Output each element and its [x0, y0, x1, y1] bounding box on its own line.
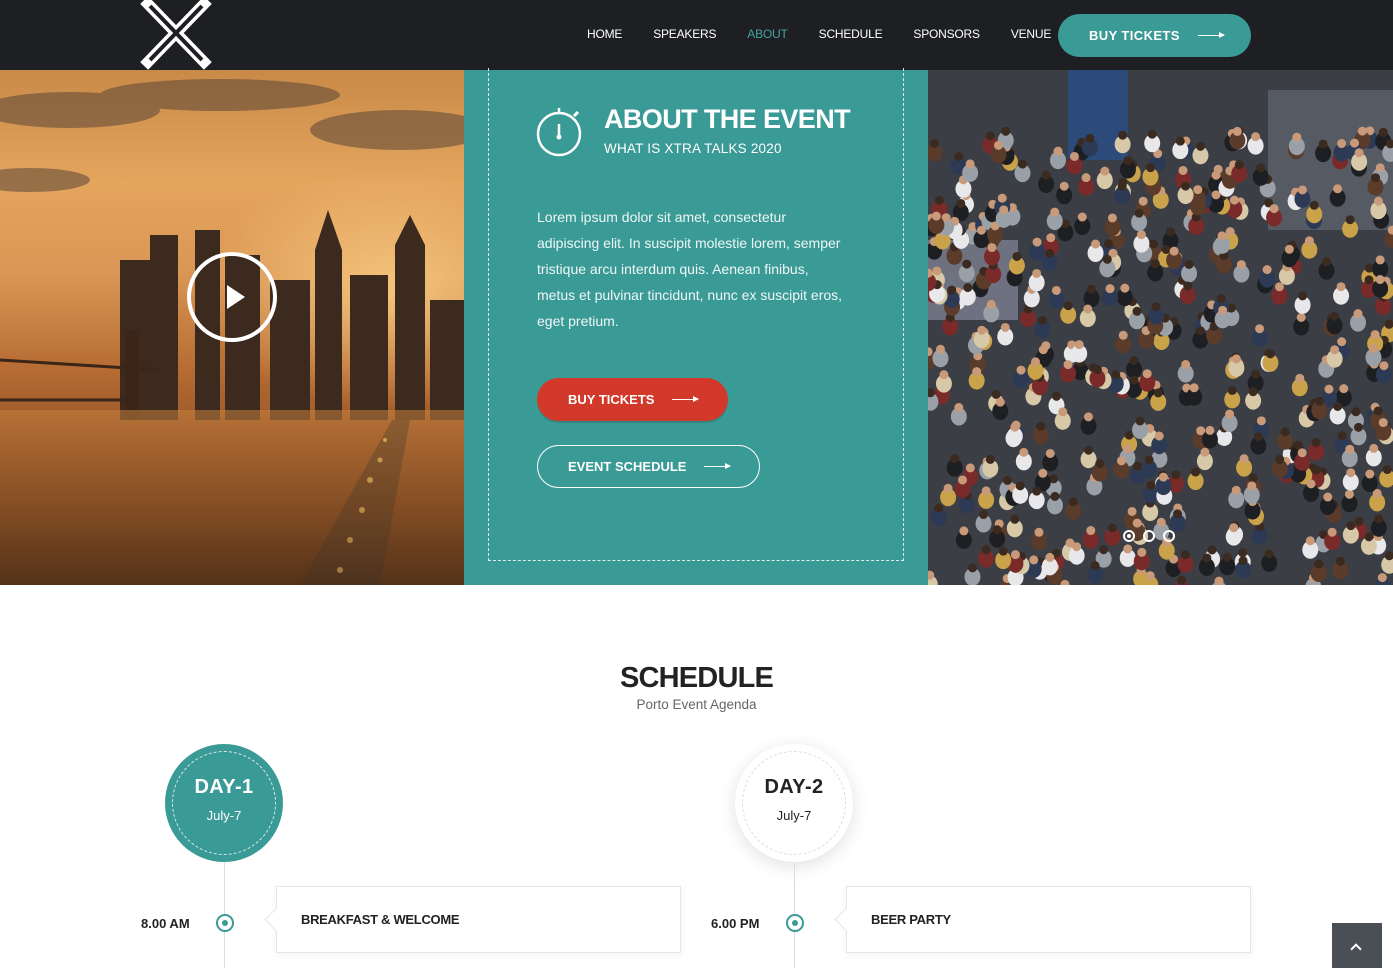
- event-schedule-label: EVENT SCHEDULE: [568, 459, 687, 474]
- day-2-name: DAY-2: [764, 776, 824, 798]
- arrow-right-icon: [704, 463, 732, 469]
- nav-about[interactable]: ABOUT: [747, 27, 788, 41]
- timeline-dot-icon: [786, 914, 804, 932]
- day-1-event-title: BREAKFAST & WELCOME: [301, 912, 460, 927]
- day-ring: [172, 751, 276, 855]
- day-1-date: July-7: [206, 808, 242, 823]
- day-2-time: 6.00 PM: [711, 916, 760, 931]
- day-2-event-title: BEER PARTY: [871, 912, 951, 927]
- carousel-dot-1[interactable]: [1123, 530, 1135, 542]
- nav-schedule[interactable]: SCHEDULE: [819, 27, 883, 41]
- logo-x-icon[interactable]: [140, 0, 212, 70]
- nav-speakers[interactable]: SPEAKERS: [653, 27, 716, 41]
- stopwatch-icon: [536, 108, 582, 157]
- arrow-right-icon: [1197, 32, 1225, 38]
- about-title: ABOUT THE EVENT: [604, 104, 851, 134]
- about-description: Lorem ipsum dolor sit amet, consectetur …: [537, 209, 843, 329]
- day-2-tab[interactable]: DAY-2 July-7: [735, 744, 853, 862]
- carousel-dots: [1123, 530, 1175, 542]
- header-buy-tickets-button[interactable]: BUY TICKETS: [1058, 14, 1251, 57]
- about-event-panel: ABOUT THE EVENT WHAT IS XTRA TALKS 2020 …: [464, 68, 928, 585]
- play-video-icon[interactable]: [187, 252, 277, 342]
- schedule-title: SCHEDULE: [619, 662, 774, 694]
- hero-video-panel: [0, 70, 464, 585]
- day-2-date: July-7: [776, 808, 812, 823]
- carousel-dot-3[interactable]: [1163, 530, 1175, 542]
- day-1-tab[interactable]: DAY-1 July-7: [165, 744, 283, 862]
- about-subtitle: WHAT IS XTRA TALKS 2020: [604, 141, 782, 156]
- timeline-dot-icon: [216, 914, 234, 932]
- buy-tickets-button[interactable]: BUY TICKETS: [537, 378, 728, 421]
- arrow-right-icon: [672, 396, 700, 402]
- day-2-event-card[interactable]: BEER PARTY: [846, 886, 1251, 953]
- day-1-name: DAY-1: [194, 776, 254, 798]
- nav-home[interactable]: HOME: [587, 27, 622, 41]
- site-header: HOME SPEAKERS ABOUT SCHEDULE SPONSORS VE…: [0, 0, 1393, 70]
- scroll-to-top-button[interactable]: [1332, 923, 1382, 968]
- day-ring: [742, 751, 846, 855]
- nav-venue[interactable]: VENUE: [1011, 27, 1052, 41]
- event-schedule-button[interactable]: EVENT SCHEDULE: [537, 445, 760, 488]
- day-1-time: 8.00 AM: [141, 916, 190, 931]
- schedule-subtitle: Porto Event Agenda: [636, 697, 757, 712]
- day-1-event-card[interactable]: BREAKFAST & WELCOME: [276, 886, 681, 953]
- nav-sponsors[interactable]: SPONSORS: [913, 27, 980, 41]
- crowd-photo: [928, 70, 1393, 585]
- buy-tickets-label: BUY TICKETS: [568, 392, 655, 407]
- river-water: [0, 410, 464, 585]
- crowd-image-carousel: [928, 70, 1393, 585]
- carousel-dot-2[interactable]: [1143, 530, 1155, 542]
- header-buy-tickets-label: BUY TICKETS: [1089, 28, 1180, 43]
- main-nav: HOME SPEAKERS ABOUT SCHEDULE SPONSORS VE…: [587, 27, 1082, 41]
